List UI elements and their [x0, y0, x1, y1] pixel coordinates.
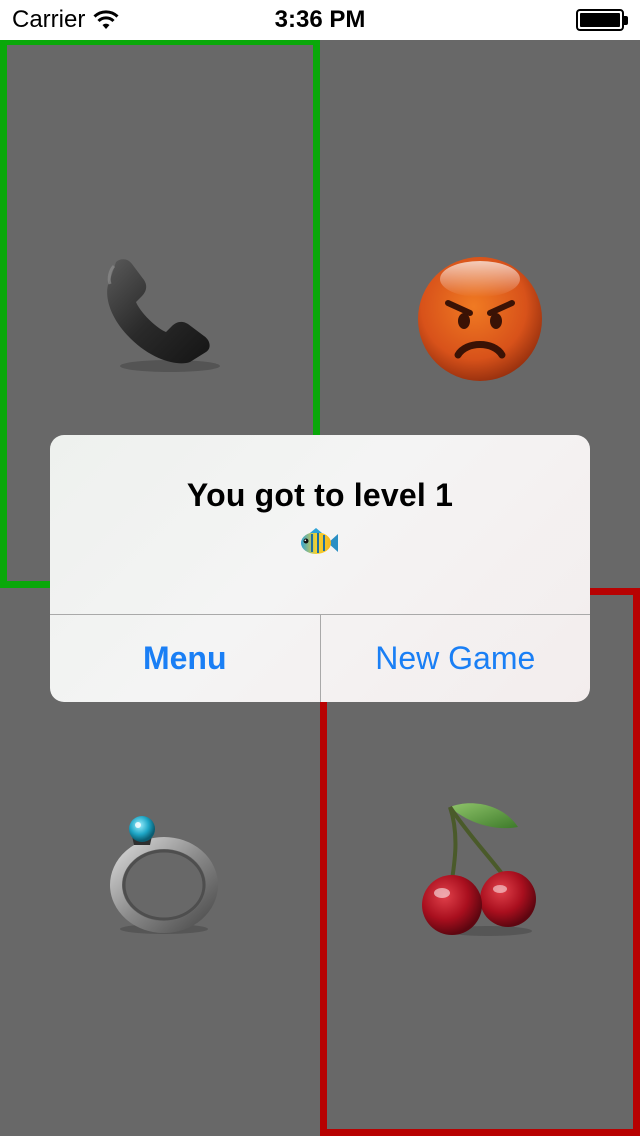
carrier-label: Carrier [12, 6, 86, 33]
alert-buttons: Menu New Game [50, 615, 590, 702]
telephone-receiver-icon [107, 259, 220, 372]
new-game-button[interactable]: New Game [321, 615, 591, 702]
cherries-icon [422, 803, 536, 936]
wifi-icon [93, 10, 119, 29]
alert-title: You got to level 1 [186, 477, 454, 513]
alert-body: You got to level 1 [50, 435, 590, 614]
angry-face-icon [418, 257, 542, 381]
status-bar: Carrier 3:36 PM [0, 0, 640, 40]
status-left: Carrier [12, 6, 119, 34]
menu-button[interactable]: Menu [50, 615, 321, 702]
ring-icon [110, 816, 218, 934]
level-alert-dialog: You got to level 1 Menu New Game [50, 435, 590, 702]
battery-icon [576, 9, 628, 31]
tropical-fish-icon [301, 528, 338, 554]
